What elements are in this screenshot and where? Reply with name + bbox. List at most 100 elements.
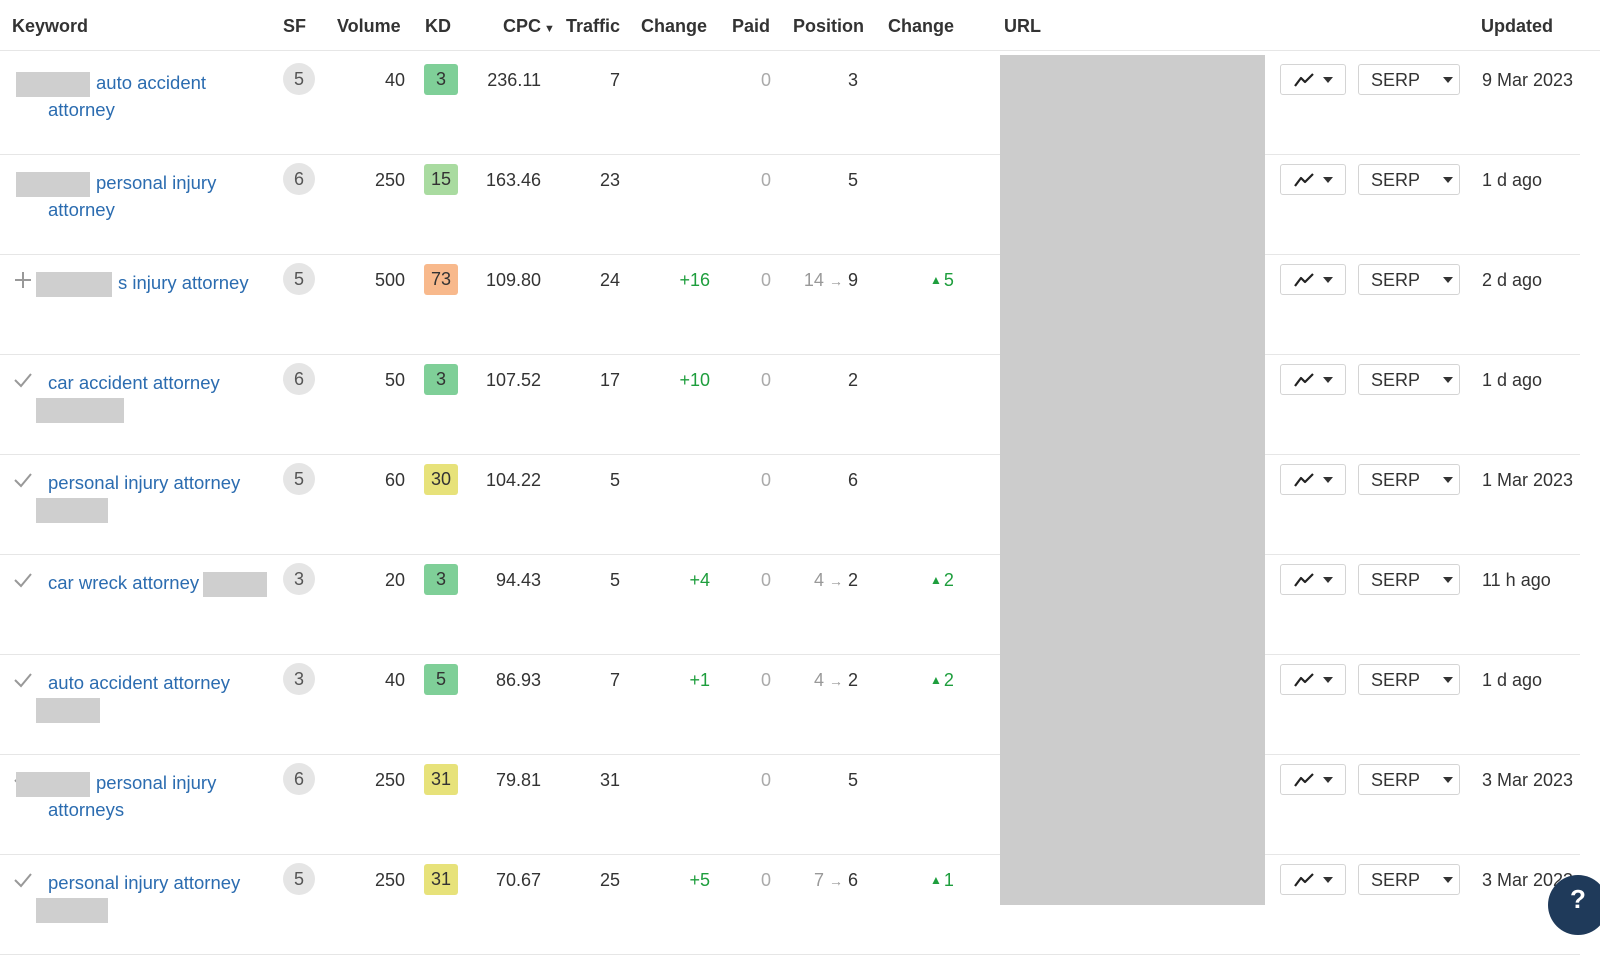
col-change[interactable]: Change xyxy=(641,16,707,37)
keyword-link[interactable]: personal injury attorneys xyxy=(16,770,246,822)
trend-dropdown-button[interactable] xyxy=(1280,664,1346,695)
cpc-value: 79.81 xyxy=(495,770,541,790)
serp-dropdown-button[interactable]: SERP xyxy=(1358,164,1460,195)
updated-value: 1 d ago xyxy=(1482,370,1543,390)
col-traffic[interactable]: Traffic xyxy=(566,16,620,37)
keyword-link[interactable]: auto accident attorney xyxy=(36,670,278,723)
trend-dropdown-button[interactable] xyxy=(1280,464,1346,495)
position-change-value: 2 xyxy=(943,570,954,590)
arrow-right-icon: → xyxy=(828,573,843,589)
serp-dropdown-button[interactable]: SERP xyxy=(1358,764,1460,795)
cpc-value: 70.67 xyxy=(495,870,541,890)
keyword-text: auto accident attorney xyxy=(48,672,231,693)
keyword-link[interactable]: personal injury attorney xyxy=(36,470,278,523)
check-icon[interactable] xyxy=(12,570,34,590)
keyword-link[interactable]: personal injury attorney xyxy=(36,870,278,923)
plus-icon[interactable] xyxy=(12,270,34,290)
table-row[interactable]: personal injury attorneys 6 250 31 79.81 31 0 5 S… xyxy=(0,755,1580,855)
serp-dropdown-button[interactable]: SERP xyxy=(1358,664,1460,695)
keyword-text-line2: attorney xyxy=(48,198,115,220)
table-row[interactable]: auto accident attorney 5 40 3 236.11 7 0 3 SERP 9 … xyxy=(0,55,1580,155)
serp-label: SERP xyxy=(1371,870,1421,890)
col-updated[interactable]: Updated xyxy=(1481,16,1553,37)
table-row[interactable]: auto accident attorney 3 40 5 86.93 7 +1 0 4 → 2… xyxy=(0,655,1580,755)
col-sf[interactable]: SF xyxy=(283,16,306,37)
position-cell: 2 xyxy=(780,370,858,391)
sort-desc-icon: ▼ xyxy=(544,23,555,35)
caret-down-icon xyxy=(1443,777,1453,783)
serp-features-badge[interactable]: 5 xyxy=(283,863,315,895)
updated-value: 2 d ago xyxy=(1482,270,1543,290)
serp-features-badge[interactable]: 5 xyxy=(283,63,315,95)
serp-features-badge[interactable]: 3 xyxy=(283,563,315,595)
table-row[interactable]: personal injury attorney 6 250 15 163.46 23 0 5 S… xyxy=(0,155,1580,255)
paid-value: 0 xyxy=(760,670,771,690)
volume-value: 50 xyxy=(384,370,405,390)
position-change-value: 5 xyxy=(943,270,954,290)
table-row[interactable]: personal injury attorney 5 60 30 104.22 5 0 6 SE… xyxy=(0,455,1580,555)
kd-badge: 31 xyxy=(424,864,458,895)
trend-dropdown-button[interactable] xyxy=(1280,364,1346,395)
serp-label: SERP xyxy=(1371,270,1421,290)
check-icon[interactable] xyxy=(12,370,34,390)
paid-value: 0 xyxy=(760,70,771,90)
col-keyword[interactable]: Keyword xyxy=(12,16,88,37)
keyword-link[interactable]: car wreck attorney xyxy=(48,570,278,597)
position-value: 5 xyxy=(847,170,858,190)
caret-down-icon xyxy=(1443,377,1453,383)
redacted-text xyxy=(36,397,124,423)
col-position[interactable]: Position xyxy=(793,16,864,37)
col-position-change[interactable]: Change xyxy=(888,16,954,37)
serp-dropdown-button[interactable]: SERP xyxy=(1358,264,1460,295)
kd-badge: 31 xyxy=(424,764,458,795)
help-button[interactable]: ? xyxy=(1548,875,1600,935)
keyword-link[interactable]: s injury attorney xyxy=(36,270,266,297)
serp-dropdown-button[interactable]: SERP xyxy=(1358,864,1460,895)
table-row[interactable]: s injury attorney 5 500 73 109.80 24 +16 0 14 → … xyxy=(0,255,1580,355)
table-row[interactable]: personal injury attorney 5 250 31 70.67 25 +5 0… xyxy=(0,855,1580,955)
table-row[interactable]: car wreck attorney 3 20 3 94.43 5 +4 0 4 → 2 ▲ 2 SE… xyxy=(0,555,1580,655)
keyword-text: auto accident xyxy=(96,72,207,93)
check-icon[interactable] xyxy=(12,670,34,690)
serp-label: SERP xyxy=(1371,570,1421,590)
trend-dropdown-button[interactable] xyxy=(1280,64,1346,95)
redacted-text xyxy=(36,497,108,523)
table-row[interactable]: car accident attorney 6 50 3 107.52 17 +10 0 2 SE… xyxy=(0,355,1580,455)
position-value: 9 xyxy=(847,270,858,290)
serp-features-badge[interactable]: 5 xyxy=(283,263,315,295)
check-icon[interactable] xyxy=(12,470,34,490)
serp-dropdown-button[interactable]: SERP xyxy=(1358,64,1460,95)
serp-dropdown-button[interactable]: SERP xyxy=(1358,464,1460,495)
serp-features-badge[interactable]: 6 xyxy=(283,163,315,195)
keyword-link[interactable]: personal injury attorney xyxy=(16,170,246,222)
serp-dropdown-button[interactable]: SERP xyxy=(1358,364,1460,395)
caret-down-icon xyxy=(1323,377,1333,383)
position-change-value: 1 xyxy=(943,870,954,890)
col-paid[interactable]: Paid xyxy=(732,16,770,37)
col-volume[interactable]: Volume xyxy=(337,16,401,37)
position-prev: 14 xyxy=(803,270,824,290)
keyword-text: personal injury xyxy=(96,772,217,793)
position-cell: 4 → 2 xyxy=(780,670,858,691)
caret-down-icon xyxy=(1443,77,1453,83)
trend-dropdown-button[interactable] xyxy=(1280,764,1346,795)
col-cpc[interactable]: CPC ▼ xyxy=(503,16,555,37)
serp-features-badge[interactable]: 6 xyxy=(283,363,315,395)
col-cpc-label: CPC xyxy=(503,16,542,36)
serp-features-badge[interactable]: 3 xyxy=(283,663,315,695)
paid-value: 0 xyxy=(760,170,771,190)
check-icon[interactable] xyxy=(12,870,34,890)
col-kd[interactable]: KD xyxy=(425,16,451,37)
cpc-value: 236.11 xyxy=(487,70,541,90)
trend-dropdown-button[interactable] xyxy=(1280,564,1346,595)
keyword-link[interactable]: auto accident attorney xyxy=(16,70,246,122)
serp-features-badge[interactable]: 6 xyxy=(283,763,315,795)
serp-features-badge[interactable]: 5 xyxy=(283,463,315,495)
trend-dropdown-button[interactable] xyxy=(1280,164,1346,195)
trend-dropdown-button[interactable] xyxy=(1280,264,1346,295)
trend-dropdown-button[interactable] xyxy=(1280,864,1346,895)
kd-badge: 30 xyxy=(424,464,458,495)
keyword-link[interactable]: car accident attorney xyxy=(36,370,278,423)
serp-dropdown-button[interactable]: SERP xyxy=(1358,564,1460,595)
col-url[interactable]: URL xyxy=(1004,16,1041,37)
